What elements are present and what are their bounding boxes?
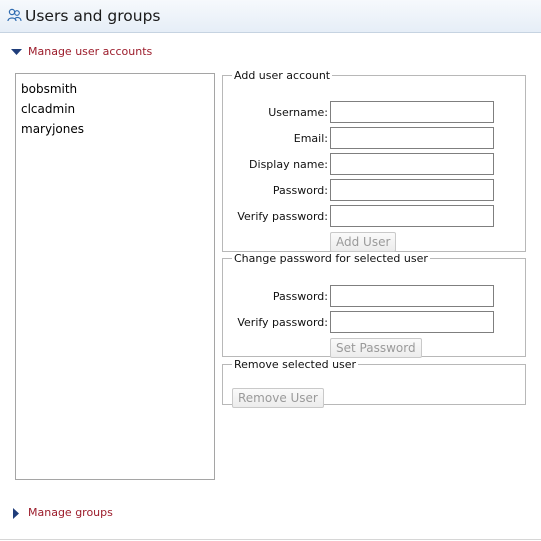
remove-user-legend: Remove selected user [234,358,357,371]
change-verify-password-label: Verify password: [237,316,328,329]
change-verify-password-input[interactable] [330,311,494,333]
username-input[interactable] [330,101,494,123]
user-list[interactable]: bobsmith clcadmin maryjones [15,73,215,480]
add-user-button[interactable]: Add User [330,232,397,252]
page-header: Users and groups [0,0,541,33]
display-name-input[interactable] [330,153,494,175]
password-label: Password: [272,184,328,197]
display-name-label: Display name: [249,158,328,171]
bottom-divider [0,539,541,540]
email-row: Email: [223,127,527,149]
user-list-item[interactable]: clcadmin [21,99,209,119]
password-input[interactable] [330,179,494,201]
username-row: Username: [223,101,527,123]
set-password-button[interactable]: Set Password [330,338,422,358]
user-list-item[interactable]: bobsmith [21,79,209,99]
verify-password-input[interactable] [330,205,494,227]
add-user-legend: Add user account [234,69,331,82]
verify-password-label: Verify password: [237,210,328,223]
change-password-fieldset: Change password for selected user Passwo… [222,252,527,358]
verify-password-row: Verify password: [223,205,527,227]
triangle-right-icon [11,508,22,519]
triangle-down-icon [11,47,22,58]
change-verify-password-row: Verify password: [223,311,527,333]
page-title: Users and groups [25,7,161,25]
email-label: Email: [293,132,328,145]
manage-groups-label: Manage groups [28,506,113,519]
change-password-label: Password: [272,290,328,303]
remove-user-fieldset: Remove selected user Remove User [222,358,526,408]
remove-user-button[interactable]: Remove User [232,388,324,408]
users-icon [7,8,22,23]
change-password-legend: Change password for selected user [234,252,428,265]
change-password-row: Password: [223,285,527,307]
username-label: Username: [268,106,328,119]
change-password-input[interactable] [330,285,494,307]
manage-user-accounts-label: Manage user accounts [28,45,153,58]
user-list-item[interactable]: maryjones [21,119,209,139]
display-name-row: Display name: [223,153,527,175]
email-input[interactable] [330,127,494,149]
password-row: Password: [223,179,527,201]
add-user-fieldset: Add user account Username: Email: Displa… [222,69,526,252]
